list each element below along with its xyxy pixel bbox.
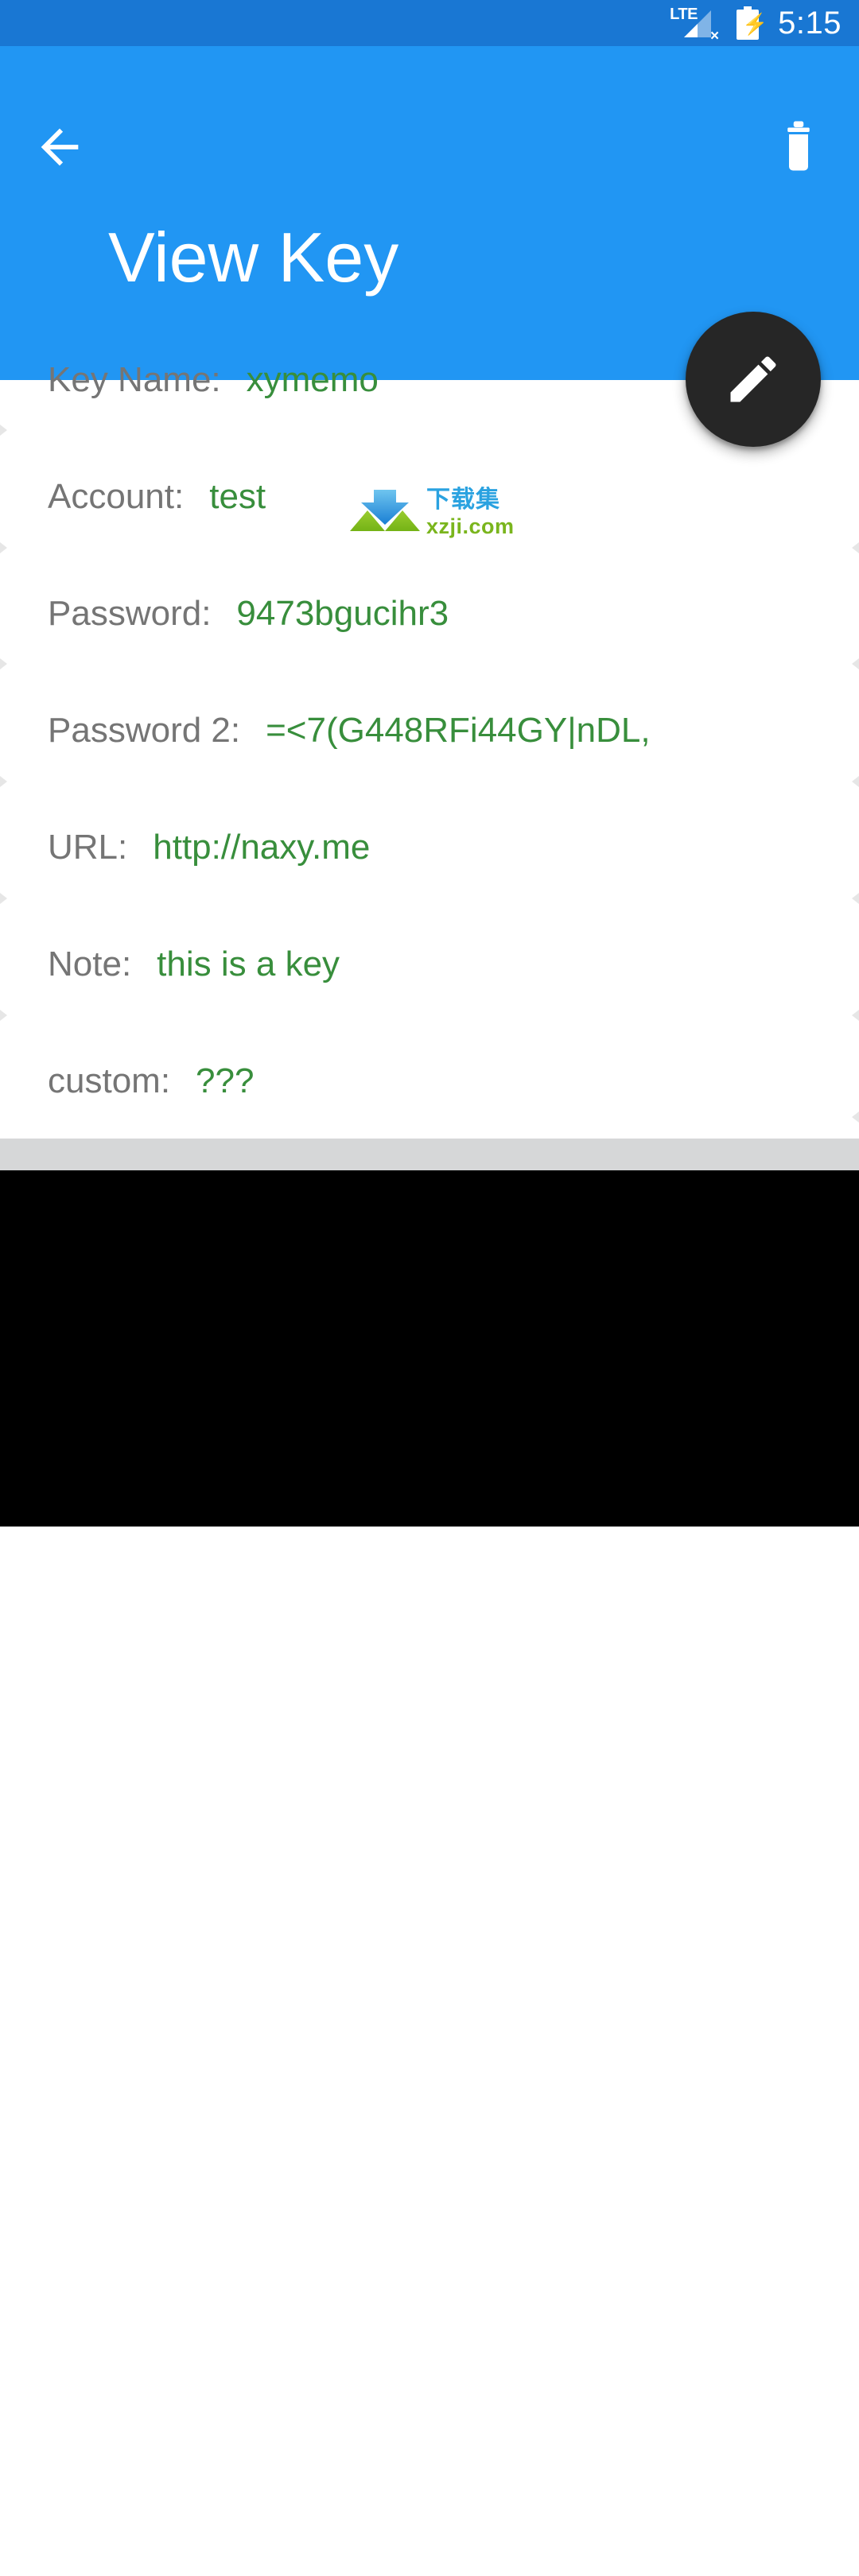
row-edge-marker-left [0,776,7,787]
field-label: Password 2: [48,711,241,750]
field-value: 9473bgucihr3 [236,594,449,633]
row-edge-marker-left [0,542,7,553]
field-row-note[interactable]: Note: this is a key [0,947,859,982]
arrow-back-icon[interactable] [32,119,87,175]
field-value: test [209,477,266,516]
field-label: Password: [48,594,212,633]
row-edge-marker-right [852,1010,859,1021]
signal-bars-no-connection-icon: × [682,10,719,44]
field-label: Key Name: [48,360,221,399]
nav-home-circle-icon[interactable] [382,2512,477,2576]
row-edge-marker-left [0,1010,7,1021]
field-value: ??? [196,1061,255,1100]
field-value: this is a key [157,945,340,983]
field-row-password-2[interactable]: Password 2: =<7(G448RFi44GY|nDL, [0,713,859,748]
field-label: URL: [48,828,128,867]
system-navigation-bar [0,1170,859,2572]
status-bar: LTE × ⚡ 5:15 [0,0,859,46]
row-edge-marker-right [852,776,859,787]
row-edge-marker-right [852,1111,859,1123]
trash-can-icon[interactable] [775,116,822,178]
battery-charging-icon: ⚡ [737,6,768,40]
network-status-group: LTE × [670,6,719,44]
field-value: =<7(G448RFi44GY|nDL, [266,711,651,750]
row-edge-marker-left [0,658,7,669]
field-row-password[interactable]: Password: 9473bgucihr3 [0,596,859,631]
field-row-account[interactable]: Account: test [0,479,859,514]
field-row-url[interactable]: URL: http://naxy.me [0,830,859,865]
field-label: Account: [48,477,185,516]
content-bottom-divider [0,1139,859,1170]
nav-recents-square-icon[interactable] [644,2512,740,2576]
field-label: Note: [48,945,132,983]
row-edge-marker-right [852,893,859,904]
row-edge-marker-left [0,893,7,904]
field-value: http://naxy.me [153,828,371,867]
field-row-custom[interactable]: custom: ??? [0,1064,859,1099]
key-details-list: Key Name: xymemo Account: test Password:… [0,363,859,1175]
field-value: xymemo [246,360,379,399]
status-bar-clock: 5:15 [778,6,842,41]
row-edge-marker-right [852,542,859,553]
row-edge-marker-left [0,425,7,436]
row-edge-marker-right [852,658,859,669]
nav-back-triangle-icon[interactable] [119,2512,215,2576]
pencil-edit-icon [730,356,776,402]
status-bar-icons: LTE × ⚡ 5:15 [670,6,842,44]
page-title: View Key [108,218,399,297]
field-label: custom: [48,1061,171,1100]
edit-fab-button[interactable] [686,312,821,447]
